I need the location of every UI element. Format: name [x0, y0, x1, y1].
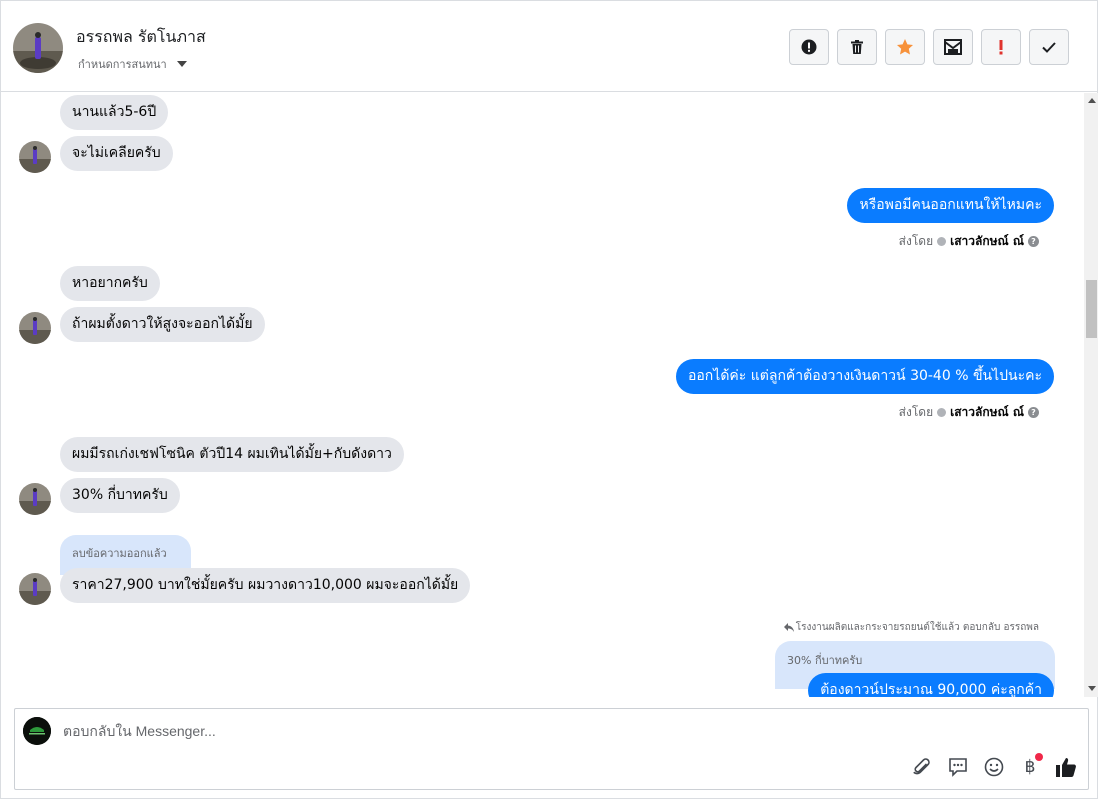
message-bubble-incoming: ผมมีรถเก่งเชฟโซนิค ตัวปี14 ผมเทินได้มั้ย…	[60, 437, 404, 472]
contact-avatar-small[interactable]	[19, 141, 51, 173]
conversation-header: อรรถพล รัตโนภาส กำหนดการสนทนา	[1, 1, 1097, 92]
report-button[interactable]	[789, 29, 829, 65]
delete-button[interactable]	[837, 29, 877, 65]
message-bubble-incoming: 30% กี่บาทครับ	[60, 478, 180, 513]
reply-composer: ฿	[14, 708, 1089, 790]
thumbs-up-icon	[1056, 758, 1076, 777]
help-icon[interactable]: ?	[1028, 407, 1039, 418]
star-button[interactable]	[885, 29, 925, 65]
sent-by-prefix: ส่งโดย	[898, 405, 934, 419]
scrollbar-thumb[interactable]	[1086, 280, 1097, 338]
payment-button[interactable]: ฿	[1018, 753, 1043, 779]
message-bubble-incoming: ถ้าผมตั้งดาวให้สูงจะออกได้มั้ย	[60, 307, 265, 342]
conversation-panel: อรรถพล รัตโนภาส กำหนดการสนทนา นานแล้ว5-6…	[0, 0, 1098, 799]
envelope-icon	[944, 39, 962, 55]
exclamation-icon	[999, 40, 1003, 55]
message-bubble-incoming: หาอยากครับ	[60, 266, 160, 301]
contact-name: อรรถพล รัตโนภาส	[76, 27, 206, 46]
sent-by-line: ส่งโดย เสาวลักษณ์ ณ์ ?	[899, 403, 1039, 422]
baht-icon: ฿	[1024, 757, 1036, 777]
message-scrollbar[interactable]	[1084, 93, 1098, 697]
saved-replies-button[interactable]	[946, 755, 970, 779]
composer-tools: ฿	[910, 753, 1078, 779]
sent-by-line: ส่งโดย เสาวลักษณ์ ณ์ ?	[899, 232, 1039, 251]
scroll-up-arrow-icon[interactable]	[1088, 98, 1096, 103]
caret-down-icon	[176, 61, 187, 67]
reply-meta-text: โรงงานผลิตและกระจายรถยนต์ใช้แล้ว ตอบกลับ…	[795, 622, 1039, 633]
header-actions	[789, 29, 1069, 65]
verified-icon	[937, 408, 947, 417]
smiley-icon	[984, 757, 1004, 777]
help-icon[interactable]: ?	[1028, 236, 1039, 247]
trash-icon	[851, 40, 863, 54]
reply-input[interactable]	[63, 723, 863, 739]
checkmark-icon	[1042, 42, 1056, 53]
message-bubble-incoming: นานแล้ว5-6ปี	[60, 95, 169, 130]
sent-by-agent[interactable]: เสาวลักษณ์ ณ์	[950, 403, 1024, 422]
message-bubble-outgoing: ต้องดาวน์ประมาณ 90,000 ค่ะลูกค้า	[808, 673, 1054, 697]
done-button[interactable]	[1029, 29, 1069, 65]
emoji-button[interactable]	[982, 755, 1006, 779]
scroll-down-arrow-icon[interactable]	[1088, 686, 1096, 691]
contact-avatar-small[interactable]	[19, 312, 51, 344]
reply-arrow-icon	[783, 623, 794, 632]
page-avatar	[23, 717, 51, 745]
spam-button[interactable]	[981, 29, 1021, 65]
paperclip-icon	[913, 758, 930, 775]
alert-circle-icon	[801, 39, 817, 55]
attach-button[interactable]	[910, 755, 934, 779]
mark-unread-button[interactable]	[933, 29, 973, 65]
like-button[interactable]	[1054, 755, 1078, 779]
contact-avatar-small[interactable]	[19, 483, 51, 515]
contact-avatar[interactable]	[13, 23, 63, 73]
verified-icon	[937, 237, 947, 246]
notification-dot	[1035, 753, 1043, 761]
sent-by-prefix: ส่งโดย	[898, 234, 934, 248]
sent-by-agent[interactable]: เสาวลักษณ์ ณ์	[950, 232, 1024, 251]
contact-avatar-small[interactable]	[19, 573, 51, 605]
message-bubble-incoming: ราคา27,900 บาทใช่มั้ยครับ ผมวางดาว10,000…	[60, 568, 471, 603]
message-bubble-outgoing: หรือพอมีคนออกแทนให้ไหมคะ	[847, 188, 1054, 223]
conversation-settings-dropdown[interactable]: กำหนดการสนทนา	[78, 55, 187, 73]
conversation-settings-label: กำหนดการสนทนา	[78, 58, 167, 71]
message-bubble-outgoing: ออกได้ค่ะ แต่ลูกค้าต้องวางเงินดาวน์ 30-4…	[675, 359, 1054, 394]
message-bubble-incoming: จะไม่เคลียครับ	[60, 136, 173, 171]
star-icon	[897, 39, 913, 55]
reply-meta: โรงงานผลิตและกระจายรถยนต์ใช้แล้ว ตอบกลับ…	[783, 620, 1039, 635]
chat-bubble-icon	[949, 758, 967, 777]
message-list: นานแล้ว5-6ปี จะไม่เคลียครับ หรือพอมีคนออ…	[1, 93, 1083, 697]
